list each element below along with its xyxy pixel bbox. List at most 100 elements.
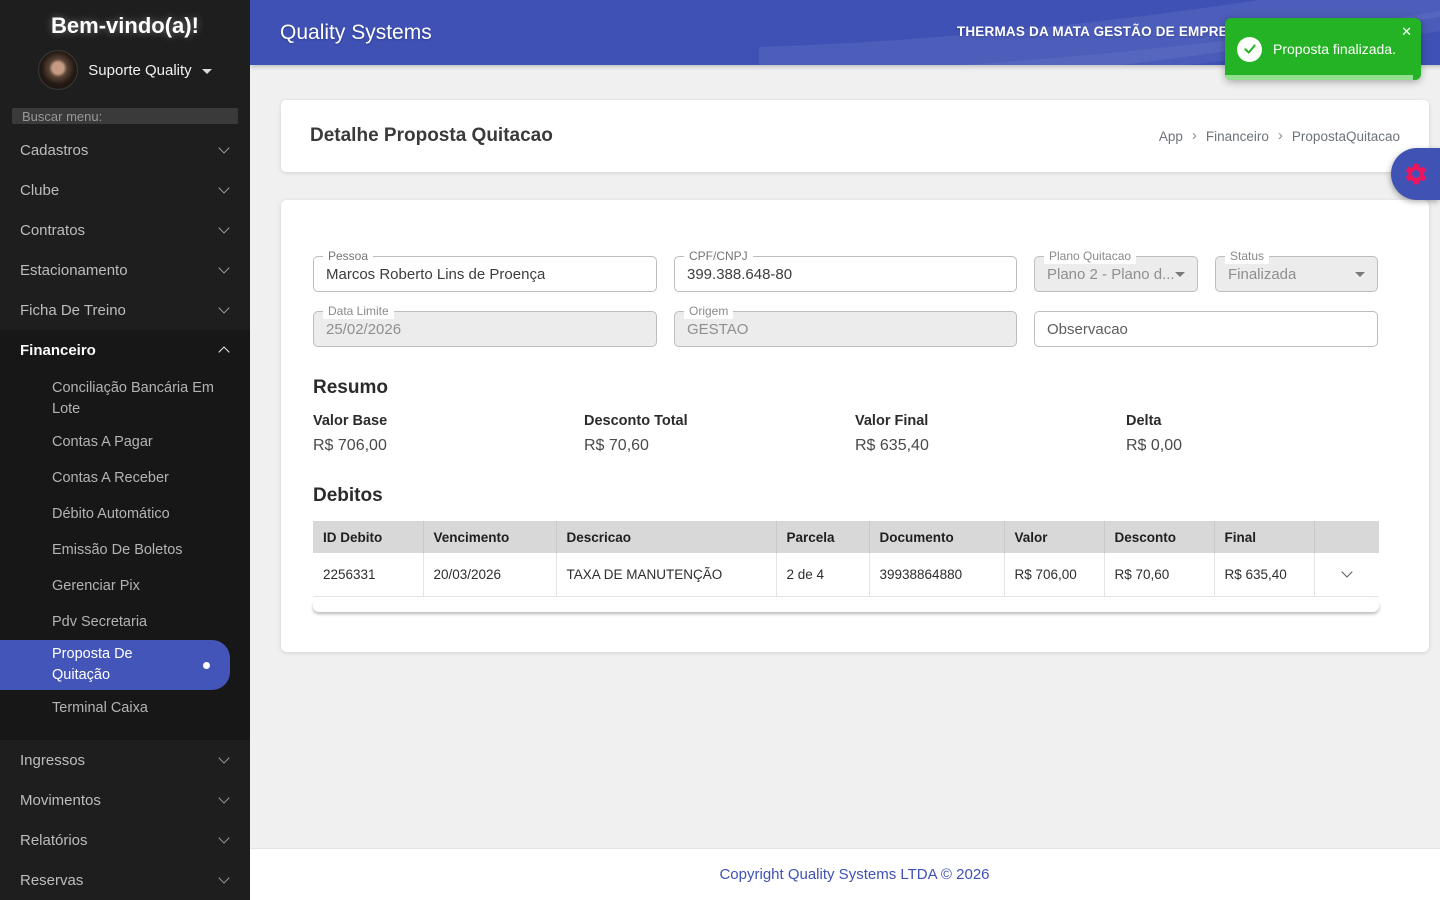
page-content: Detalhe Proposta Quitacao App › Financei… (250, 65, 1440, 848)
data-limite-value: 25/02/2026 (326, 320, 402, 338)
status-value: Finalizada (1228, 265, 1297, 283)
submenu-item-label: Conciliação Bancária Em Lote (52, 380, 214, 417)
proposta-detail-card: Pessoa Marcos Roberto Lins de Proença CP… (281, 200, 1429, 652)
page-title: Detalhe Proposta Quitacao (310, 125, 553, 146)
sidebar-subitem-debito-automatico[interactable]: Débito Automático (0, 496, 250, 532)
submenu-item-label: Proposta De Quitação (52, 646, 133, 683)
cell-parcela: 2 de 4 (776, 553, 870, 597)
copyright-link[interactable]: Copyright Quality Systems LTDA © 2026 (719, 866, 989, 883)
breadcrumb: App › Financeiro › PropostaQuitacao (1159, 126, 1400, 144)
close-icon[interactable]: ✕ (1401, 24, 1412, 40)
menu-item-label: Movimentos (20, 791, 101, 809)
sidebar-subitem-contas-a-receber[interactable]: Contas A Receber (0, 460, 250, 496)
observacao-input[interactable] (1034, 311, 1378, 347)
table-horizontal-scrollbar[interactable] (313, 599, 1379, 612)
sidebar-subitem-emissao-de-boletos[interactable]: Emissão De Boletos (0, 532, 250, 568)
row-expand-chevron-icon[interactable] (1325, 566, 1370, 578)
breadcrumb-separator-icon: › (1191, 126, 1197, 144)
debitos-heading: Debitos (313, 485, 383, 506)
breadcrumb-financeiro[interactable]: Financeiro (1206, 129, 1269, 144)
sidebar-item-contratos[interactable]: Contratos (0, 210, 250, 250)
financeiro-submenu: Conciliação Bancária Em Lote Contas A Pa… (0, 370, 250, 726)
footer: Copyright Quality Systems LTDA © 2026 (250, 848, 1440, 900)
col-vencimento: Vencimento (423, 521, 557, 553)
sidebar-subitem-conciliacao-bancaria-em-lote[interactable]: Conciliação Bancária Em Lote (0, 374, 250, 424)
debitos-table: ID Debito Vencimento Descricao Parcela D… (313, 521, 1379, 597)
chevron-down-icon (218, 182, 230, 194)
valor-final-value: R$ 635,40 (855, 437, 929, 454)
sidebar-subitem-gerenciar-pix[interactable]: Gerenciar Pix (0, 568, 250, 604)
submenu-item-label: Pdv Secretaria (52, 613, 148, 630)
menu-search-input[interactable] (12, 108, 238, 124)
toast-message: Proposta finalizada. (1273, 41, 1396, 57)
menu-item-label: Estacionamento (20, 261, 128, 279)
menu-item-label: Relatórios (20, 831, 88, 849)
origem-field: Origem GESTAO (674, 304, 1017, 347)
breadcrumb-separator-icon: › (1277, 126, 1283, 144)
settings-fab-button[interactable] (1391, 148, 1440, 200)
page-title-card: Detalhe Proposta Quitacao App › Financei… (281, 100, 1429, 172)
resumo-item: Valor Base R$ 706,00 (313, 413, 584, 455)
delta-value: R$ 0,00 (1126, 437, 1183, 454)
table-row: 2256331 20/03/2026 TAXA DE MANUTENÇÃO 2 … (313, 553, 1379, 597)
desconto-total-label: Desconto Total (584, 413, 688, 429)
cpf-cnpj-field[interactable]: CPF/CNPJ 399.388.648-80 (674, 249, 1017, 292)
menu-item-label: Contratos (20, 221, 86, 239)
sidebar-item-financeiro[interactable]: Financeiro (0, 330, 250, 370)
col-desconto: Desconto (1104, 521, 1215, 553)
main-area: Quality Systems THERMAS DA MATA GESTÃO D… (250, 0, 1440, 900)
cell-valor: R$ 706,00 (1004, 553, 1105, 597)
col-documento: Documento (869, 521, 1005, 553)
sidebar-subitem-terminal-caixa[interactable]: Terminal Caixa (0, 690, 250, 726)
dropdown-arrow-icon (1175, 271, 1185, 277)
toast-progress-bar (1225, 75, 1414, 80)
chevron-down-icon (218, 832, 230, 844)
sidebar-subitem-contas-a-pagar[interactable]: Contas A Pagar (0, 424, 250, 460)
success-check-icon (1237, 36, 1262, 62)
valor-base-label: Valor Base (313, 413, 388, 429)
sidebar-item-ingressos[interactable]: Ingressos (0, 740, 250, 780)
pessoa-value: Marcos Roberto Lins de Proença (326, 265, 546, 283)
resumo-item: Desconto Total R$ 70,60 (584, 413, 855, 455)
sidebar-item-reservas[interactable]: Reservas (0, 860, 250, 900)
app-title: Quality Systems (280, 20, 432, 44)
chevron-down-icon (218, 302, 230, 314)
dropdown-arrow-icon (1355, 271, 1365, 277)
sidebar-item-estacionamento[interactable]: Estacionamento (0, 250, 250, 290)
sidebar-item-ficha-de-treino[interactable]: Ficha De Treino (0, 290, 250, 330)
col-expand (1314, 521, 1379, 553)
sidebar-item-clube[interactable]: Clube (0, 170, 250, 210)
sidebar-item-movimentos[interactable]: Movimentos (0, 780, 250, 820)
col-id-debito: ID Debito (313, 521, 424, 553)
resumo-summary: Valor Base R$ 706,00 Desconto Total R$ 7… (313, 413, 1397, 455)
table-header-row: ID Debito Vencimento Descricao Parcela D… (313, 521, 1379, 553)
resumo-item: Valor Final R$ 635,40 (855, 413, 1126, 455)
breadcrumb-proposta-quitacao[interactable]: PropostaQuitacao (1292, 129, 1400, 144)
cpf-cnpj-label: CPF/CNPJ (684, 249, 753, 264)
data-limite-field: Data Limite 25/02/2026 (313, 304, 657, 347)
origem-value: GESTAO (687, 320, 749, 338)
sidebar-section-financeiro: Financeiro Conciliação Bancária Em Lote … (0, 330, 250, 740)
pessoa-field[interactable]: Pessoa Marcos Roberto Lins de Proença (313, 249, 657, 292)
cell-vencimento: 20/03/2026 (423, 553, 557, 597)
sidebar-menu: Cadastros Clube Contratos Estacionamento… (0, 130, 250, 900)
sidebar-subitem-proposta-de-quitacao[interactable]: Proposta De Quitação (0, 640, 230, 690)
sidebar-item-relatorios[interactable]: Relatórios (0, 820, 250, 860)
menu-item-label: Ficha De Treino (20, 301, 126, 319)
breadcrumb-app[interactable]: App (1159, 129, 1183, 144)
cell-id-debito: 2256331 (313, 553, 424, 597)
submenu-item-label: Terminal Caixa (52, 699, 148, 716)
menu-item-label: Reservas (20, 871, 84, 889)
sidebar-subitem-pdv-secretaria[interactable]: Pdv Secretaria (0, 604, 250, 640)
plano-quitacao-select: Plano Quitacao Plano 2 - Plano d... (1034, 249, 1198, 292)
origem-label: Origem (684, 304, 734, 319)
user-menu[interactable]: Suporte Quality (0, 50, 250, 104)
company-name: THERMAS DA MATA GESTÃO DE EMPREEN (956, 24, 1247, 39)
avatar[interactable] (38, 50, 79, 90)
sidebar-welcome: Bem-vindo(a)! Suporte Quality (0, 0, 250, 104)
cell-documento: 39938864880 (869, 553, 1005, 597)
sidebar-item-cadastros[interactable]: Cadastros (0, 130, 250, 170)
plano-quitacao-value: Plano 2 - Plano d... (1047, 265, 1175, 283)
valor-final-label: Valor Final (855, 413, 929, 429)
cell-desconto: R$ 70,60 (1104, 553, 1215, 597)
